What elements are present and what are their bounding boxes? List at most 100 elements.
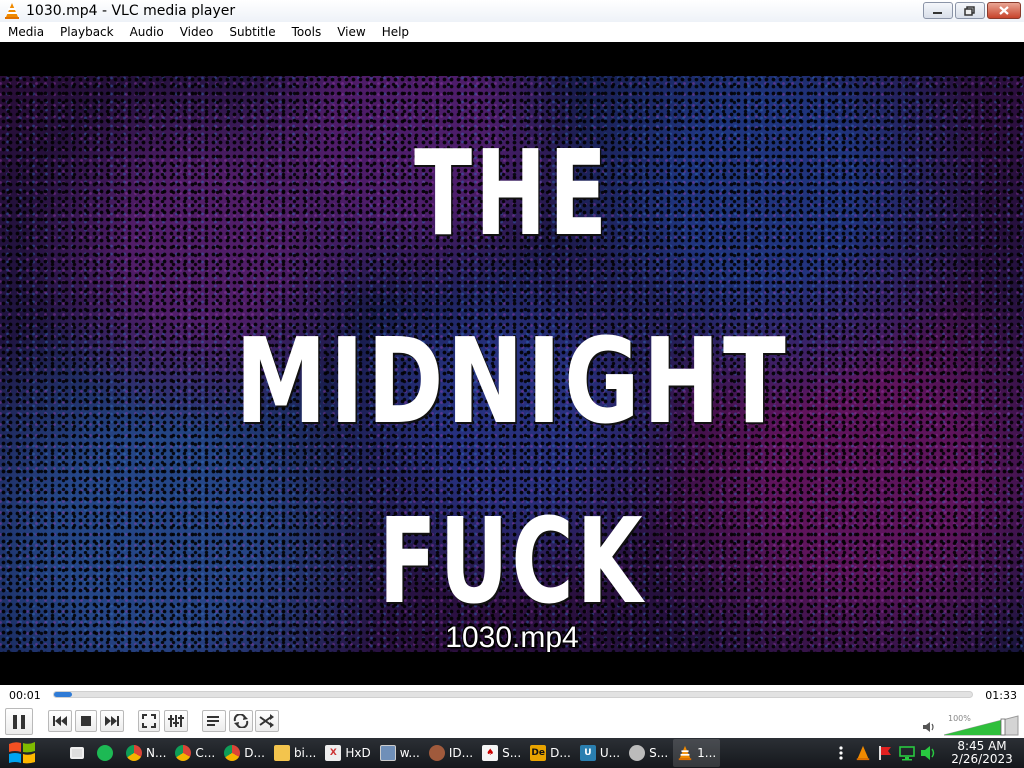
menu-media[interactable]: Media [0,22,52,42]
taskbar-spotify[interactable] [93,739,121,767]
taskbar-chrome-2[interactable]: C... [171,739,219,767]
vlc-cone-icon [5,3,19,19]
task-view-icon [70,747,84,759]
pause-icon [13,714,25,729]
settings-icon [629,745,646,761]
fullscreen-icon [142,714,156,728]
taskbar-label: ID... [448,746,474,760]
minimize-icon [933,11,942,14]
clock-date: 2/26/2023 [951,752,1013,766]
menu-video[interactable]: Video [172,22,222,42]
menu-subtitle[interactable]: Subtitle [221,22,283,42]
taskbar-id[interactable]: ID... [425,739,477,767]
chrome-icon [175,745,192,761]
taskbar-solitaire[interactable]: ♠ S... [478,739,525,767]
osd-filename: 1030.mp4 [445,621,579,652]
seek-bar[interactable] [53,691,973,698]
taskbar-label: HxD [345,746,371,760]
total-time: 01:33 [985,689,1017,702]
hxd-icon: X [325,745,342,761]
stop-button[interactable] [75,710,97,732]
action-center-flag-icon[interactable] [876,744,894,762]
taskbar-image-viewer[interactable]: w... [376,739,424,767]
previous-icon [53,716,67,726]
playlist-button[interactable] [202,710,226,732]
start-button[interactable] [0,738,44,768]
restore-button[interactable] [955,2,985,19]
taskbar-label: S... [649,746,669,760]
taskbar-chrome-3[interactable]: D... [220,739,269,767]
taskbar-task-view[interactable] [66,739,92,767]
pause-button[interactable] [5,708,33,735]
title-bar: 1030.mp4 - VLC media player [0,0,1024,22]
extended-settings-button[interactable] [164,710,188,732]
menu-view[interactable]: View [329,22,373,42]
volume-slider[interactable] [944,714,1020,736]
previous-button[interactable] [48,710,72,732]
taskbar-settings[interactable]: S... [625,739,672,767]
tray-vlc-icon[interactable] [854,744,872,762]
minimize-button[interactable] [923,2,953,19]
next-button[interactable] [100,710,124,732]
menu-help[interactable]: Help [374,22,417,42]
loop-button[interactable] [229,710,253,732]
taskbar-label: w... [399,746,420,760]
taskbar-hxd[interactable]: X HxD [321,739,374,767]
windows-logo-icon [9,742,35,764]
window-controls [923,2,1021,19]
close-button[interactable] [987,2,1021,19]
tray-overflow-icon[interactable] [832,744,850,762]
system-clock[interactable]: 8:45 AM 2/26/2023 [940,740,1024,766]
taskbar-label: S... [502,746,522,760]
vlc-cone-icon [678,745,692,761]
taskbar-explorer[interactable]: bi... [270,739,320,767]
fullscreen-button[interactable] [138,710,160,732]
playlist-icon [207,716,219,726]
menu-playback[interactable]: Playback [52,22,122,42]
volume-tray-icon[interactable] [920,744,938,762]
taskbar-unity[interactable]: U U... [576,739,624,767]
taskbar-label: N... [146,746,167,760]
unity-icon: U [579,745,596,761]
taskbar-chrome-1[interactable]: N... [122,739,170,767]
taskbar: N... C... D... bi... X HxD w... ID... ♠ … [0,738,1024,768]
de-icon: De [530,745,547,761]
taskbar-label: C... [195,746,216,760]
spotify-icon [97,745,113,761]
chrome-icon [224,745,241,761]
system-tray: 8:45 AM 2/26/2023 [830,738,1024,768]
next-icon [105,716,119,726]
taskbar-de[interactable]: De D... [526,739,575,767]
elapsed-time: 00:01 [9,689,41,702]
chrome-icon [126,745,142,761]
taskbar-label: U... [599,746,621,760]
video-title-line-1: THE [414,124,610,262]
playback-controls: 00:01 01:33 100% [0,685,1024,738]
restore-icon [964,5,975,16]
video-frame: THE MIDNIGHT FUCK 1030.mp4 [0,76,1024,652]
speaker-icon[interactable] [922,721,936,733]
taskbar-label: 1... [697,746,717,760]
shuffle-icon [259,714,274,728]
menu-tools[interactable]: Tools [284,22,330,42]
extended-settings-icon [168,715,184,727]
taskbar-label: bi... [293,746,317,760]
window-title: 1030.mp4 - VLC media player [26,3,236,19]
folder-icon [273,745,290,761]
stop-icon [81,716,91,726]
video-title-line-3: FUCK [378,492,646,630]
close-icon [999,6,1009,15]
video-title-line-2: MIDNIGHT [235,312,789,450]
video-area[interactable]: THE MIDNIGHT FUCK 1030.mp4 [0,42,1024,685]
taskbar-label: D... [244,746,265,760]
person-icon [428,745,445,761]
cards-icon: ♠ [482,745,499,761]
shuffle-button[interactable] [255,710,279,732]
taskbar-label: D... [550,746,571,760]
loop-icon [233,714,249,728]
menu-audio[interactable]: Audio [122,22,172,42]
seek-bar-fill [54,692,73,697]
image-viewer-icon [379,745,396,761]
network-icon[interactable] [898,744,916,762]
taskbar-vlc[interactable]: 1... [673,739,721,767]
